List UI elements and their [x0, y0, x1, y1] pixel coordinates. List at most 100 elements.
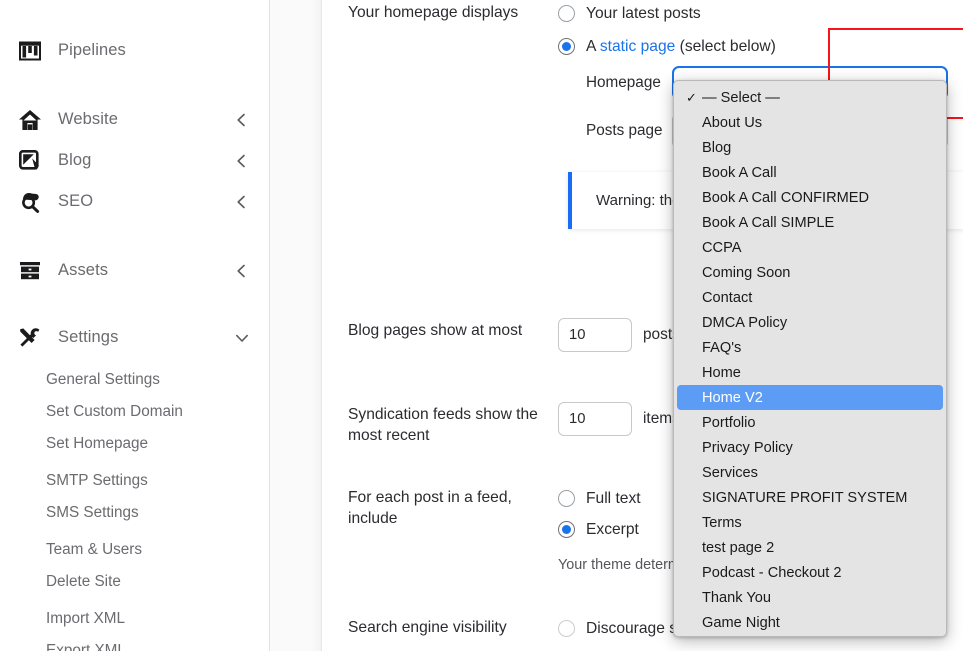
dropdown-option[interactable]: ✓ — Select —: [677, 85, 943, 110]
static-page-link[interactable]: static page: [600, 38, 675, 55]
sidebar-group-content: Website Blog SEO: [0, 71, 269, 222]
sidebar-item-settings[interactable]: Settings: [0, 317, 269, 358]
sidebar: Pipelines Website Blog SEO Assets Settin…: [0, 0, 270, 651]
homepage-select-dropdown[interactable]: ✓ — Select — About Us Blog Book A Call Bo…: [673, 80, 947, 637]
app-root: Pipelines Website Blog SEO Assets Settin…: [0, 0, 963, 651]
radio-label: Full text: [586, 489, 641, 507]
dropdown-option[interactable]: CCPA: [677, 235, 943, 260]
field-label: Search engine visibility: [348, 619, 507, 636]
dropdown-option[interactable]: FAQ's: [677, 335, 943, 360]
sidebar-item-set-custom-domain[interactable]: Set Custom Domain: [0, 396, 269, 428]
dropdown-option[interactable]: Privacy Policy: [677, 435, 943, 460]
dropdown-option-label: Blog: [702, 139, 732, 156]
radio-static-page[interactable]: A static page (select below): [558, 33, 963, 60]
sidebar-item-website[interactable]: Website: [0, 99, 269, 140]
sidebar-subitem-label: SMTP Settings: [46, 472, 148, 489]
dropdown-option-label: Book A Call: [702, 164, 777, 181]
dropdown-option[interactable]: Book A Call CONFIRMED: [677, 185, 943, 210]
sidebar-item-export-xml[interactable]: Export XML: [0, 635, 269, 651]
static-suffix: (select below): [675, 37, 776, 55]
radio-indicator[interactable]: [558, 490, 575, 507]
posts-page-select-label: Posts page: [586, 122, 663, 139]
dropdown-option-label: Terms: [702, 514, 742, 531]
sidebar-subitem-label: Export XML: [46, 642, 126, 651]
dropdown-option-label: Home: [702, 364, 741, 381]
dropdown-option-label: Book A Call CONFIRMED: [702, 189, 870, 206]
seo-magnifier-icon: [16, 189, 44, 215]
chevron-left-icon[interactable]: [235, 113, 249, 127]
dropdown-option[interactable]: Blog: [677, 135, 943, 160]
sidebar-item-team-users[interactable]: Team & Users: [0, 534, 269, 566]
dropdown-option-label: FAQ's: [702, 339, 742, 356]
sidebar-settings-children: General Settings Set Custom Domain Set H…: [0, 358, 269, 651]
homepage-select-label: Homepage: [586, 74, 661, 91]
static-prefix: A: [586, 37, 600, 55]
radio-latest-posts[interactable]: Your latest posts: [558, 0, 963, 27]
dropdown-option-label: Game Night: [702, 614, 780, 631]
dropdown-option-label: SIGNATURE PROFIT SYSTEM: [702, 489, 908, 506]
sidebar-group-pipelines: Pipelines: [0, 0, 269, 71]
sidebar-item-label: Assets: [58, 261, 109, 279]
dropdown-option[interactable]: Game Night: [677, 610, 943, 635]
sidebar-item-label: Settings: [58, 328, 119, 346]
dropdown-option[interactable]: test page 2: [677, 535, 943, 560]
dropdown-option-label: Services: [702, 464, 758, 481]
field-label: Syndication feeds show the most recent: [348, 406, 538, 444]
field-label: Blog pages show at most: [348, 322, 523, 339]
dropdown-option-label: CCPA: [702, 239, 742, 256]
dropdown-option[interactable]: Podcast - Checkout 2: [677, 560, 943, 585]
sidebar-item-label: Blog: [58, 151, 92, 169]
chevron-left-icon[interactable]: [235, 264, 249, 278]
sidebar-item-seo[interactable]: SEO: [0, 181, 269, 222]
dropdown-option[interactable]: Terms: [677, 510, 943, 535]
dropdown-option-highlighted[interactable]: Home V2: [677, 385, 943, 410]
chevron-down-icon[interactable]: [235, 332, 249, 344]
sidebar-item-label: Website: [58, 110, 119, 128]
dropdown-option[interactable]: Book A Call SIMPLE: [677, 210, 943, 235]
dropdown-option[interactable]: DMCA Policy: [677, 310, 943, 335]
sidebar-item-set-homepage[interactable]: Set Homepage: [0, 428, 269, 460]
radio-indicator[interactable]: [558, 5, 575, 22]
radio-indicator[interactable]: [558, 620, 575, 637]
sidebar-item-general-settings[interactable]: General Settings: [0, 364, 269, 396]
sidebar-subitem-label: General Settings: [46, 371, 160, 388]
sidebar-item-pipelines[interactable]: Pipelines: [0, 30, 269, 71]
sidebar-item-assets[interactable]: Assets: [0, 250, 269, 291]
dropdown-option-label: Portfolio: [702, 414, 756, 431]
dropdown-option[interactable]: Portfolio: [677, 410, 943, 435]
sidebar-item-smtp-settings[interactable]: SMTP Settings: [0, 465, 269, 497]
dropdown-option[interactable]: Book A Call: [677, 160, 943, 185]
radio-label: Your latest posts: [586, 4, 701, 22]
radio-label: Excerpt: [586, 520, 639, 538]
dropdown-option[interactable]: SIGNATURE PROFIT SYSTEM: [677, 485, 943, 510]
dropdown-option[interactable]: Contact: [677, 285, 943, 310]
pipelines-icon: [16, 38, 44, 64]
dropdown-option[interactable]: Coming Soon: [677, 260, 943, 285]
dropdown-option-label: Podcast - Checkout 2: [702, 564, 842, 581]
chevron-left-icon[interactable]: [235, 195, 249, 209]
sidebar-subitem-label: Set Custom Domain: [46, 403, 183, 420]
chevron-left-icon[interactable]: [235, 154, 249, 168]
field-label: Your homepage displays: [348, 4, 519, 21]
sidebar-item-sms-settings[interactable]: SMS Settings: [0, 497, 269, 529]
sidebar-item-import-xml[interactable]: Import XML: [0, 603, 269, 635]
sidebar-subitem-label: Delete Site: [46, 573, 121, 590]
sidebar-subitem-label: Set Homepage: [46, 435, 149, 452]
radio-indicator[interactable]: [558, 521, 575, 538]
home-icon: [16, 107, 44, 133]
dropdown-option[interactable]: Thank You: [677, 585, 943, 610]
dropdown-option[interactable]: Home: [677, 360, 943, 385]
dropdown-option[interactable]: About Us: [677, 110, 943, 135]
sidebar-item-delete-site[interactable]: Delete Site: [0, 566, 269, 598]
radio-indicator[interactable]: [558, 38, 575, 55]
drawer-icon: [16, 258, 44, 284]
sidebar-item-blog[interactable]: Blog: [0, 140, 269, 181]
sidebar-subitem-label: SMS Settings: [46, 504, 139, 521]
dropdown-option-label: Book A Call SIMPLE: [702, 214, 835, 231]
blog-pages-input[interactable]: [558, 318, 632, 352]
dropdown-option-label: Coming Soon: [702, 264, 791, 281]
dropdown-option[interactable]: Services: [677, 460, 943, 485]
tools-icon: [16, 325, 44, 351]
syndication-input[interactable]: [558, 402, 632, 436]
sidebar-item-label: SEO: [58, 192, 94, 210]
